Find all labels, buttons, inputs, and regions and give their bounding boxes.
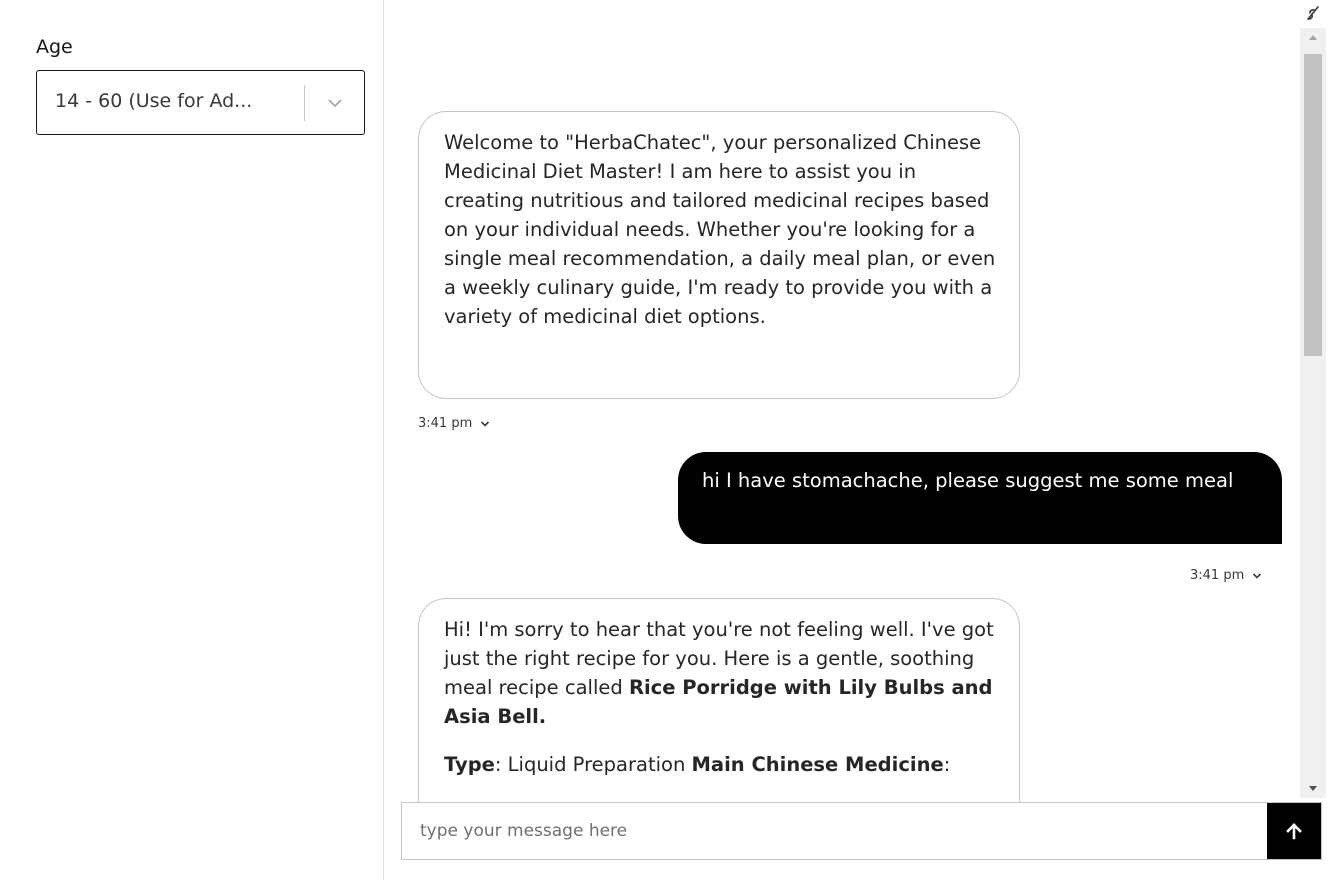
send-button[interactable]: [1267, 803, 1321, 859]
scroll-down-arrow-icon[interactable]: [1307, 784, 1319, 794]
bot-message-text: Hi! I'm sorry to hear that you're not fe…: [444, 615, 999, 731]
chevron-down-icon[interactable]: [323, 91, 347, 115]
message-timestamp[interactable]: 3:41 pm: [418, 416, 490, 431]
bot-message-text: Welcome to "HerbaChatec", your personali…: [444, 131, 996, 328]
type-label: Type: [444, 753, 495, 776]
message-composer: [401, 802, 1322, 860]
select-divider: [304, 85, 305, 121]
bot-message: Welcome to "HerbaChatec", your personali…: [418, 111, 1020, 399]
age-select-value: 14 - 60 (Use for Ad...: [55, 90, 253, 112]
user-message-text: hi I have stomachache, please suggest me…: [702, 469, 1234, 492]
medicine-value: :: [943, 753, 951, 776]
age-label: Age: [36, 36, 73, 58]
arrow-up-icon: [1286, 823, 1302, 840]
bot-message: Hi! I'm sorry to hear that you're not fe…: [418, 598, 1020, 818]
chevron-down-icon: [481, 420, 490, 427]
timestamp-text: 3:41 pm: [1190, 568, 1245, 583]
user-message: hi I have stomachache, please suggest me…: [678, 452, 1282, 544]
timestamp-text: 3:41 pm: [418, 416, 473, 431]
age-select[interactable]: 14 - 60 (Use for Ad...: [36, 70, 365, 135]
sidebar: Age 14 - 60 (Use for Ad...: [0, 0, 384, 880]
medicine-label: Main Chinese Medicine: [691, 753, 944, 776]
message-timestamp[interactable]: 3:41 pm: [1190, 568, 1262, 583]
chat-scrollbar[interactable]: [1300, 28, 1326, 798]
recipe-details: Type: Liquid Preparation Main Chinese Me…: [444, 750, 999, 779]
app-root: Age 14 - 60 (Use for Ad... Welcome to "H…: [0, 0, 1336, 890]
link-icon[interactable]: [1302, 2, 1324, 24]
type-value: : Liquid Preparation: [494, 753, 692, 776]
scroll-up-arrow-icon[interactable]: [1307, 32, 1319, 42]
message-input[interactable]: [402, 803, 1268, 859]
chevron-down-icon: [1253, 572, 1262, 579]
scrollbar-thumb[interactable]: [1304, 54, 1322, 356]
chat-panel: Welcome to "HerbaChatec", your personali…: [384, 0, 1336, 890]
